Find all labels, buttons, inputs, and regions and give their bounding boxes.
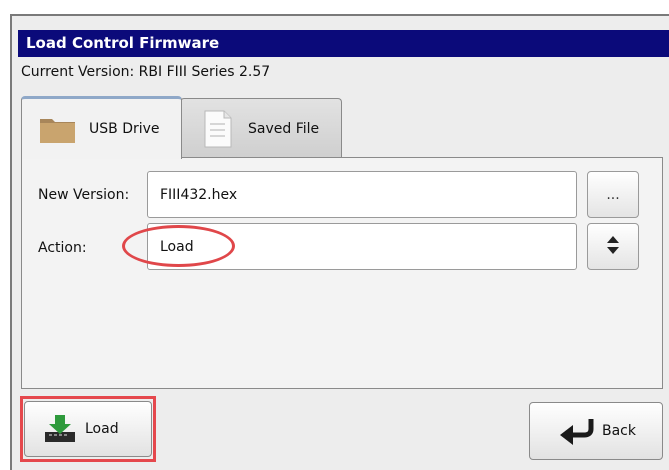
folder-icon — [39, 113, 77, 145]
tab-saved-file[interactable]: Saved File — [180, 98, 342, 158]
load-button[interactable]: Load — [24, 401, 152, 457]
action-value: Load — [160, 238, 194, 255]
load-button-label: Load — [85, 421, 119, 437]
back-arrow-icon — [558, 417, 594, 445]
action-spinner-button[interactable] — [587, 223, 639, 270]
new-version-field[interactable]: FIII432.hex — [147, 171, 577, 218]
up-down-arrows-icon — [606, 235, 620, 259]
tab-saved-file-label: Saved File — [248, 120, 320, 137]
action-label: Action: — [38, 240, 87, 256]
browse-button-label: ... — [606, 186, 620, 203]
tab-usb-drive-label: USB Drive — [89, 121, 160, 137]
back-button[interactable]: Back — [529, 402, 663, 460]
browse-button[interactable]: ... — [587, 171, 639, 218]
new-version-value: FIII432.hex — [160, 186, 238, 203]
action-field[interactable]: Load — [147, 223, 577, 270]
new-version-label: New Version: — [38, 187, 130, 203]
download-icon — [43, 414, 77, 444]
tab-usb-drive[interactable]: USB Drive — [21, 96, 182, 159]
back-button-label: Back — [602, 423, 636, 439]
window-title: Load Control Firmware — [18, 30, 669, 57]
current-version-text: Current Version: RBI FIII Series 2.57 — [21, 64, 271, 80]
document-icon — [204, 110, 232, 148]
